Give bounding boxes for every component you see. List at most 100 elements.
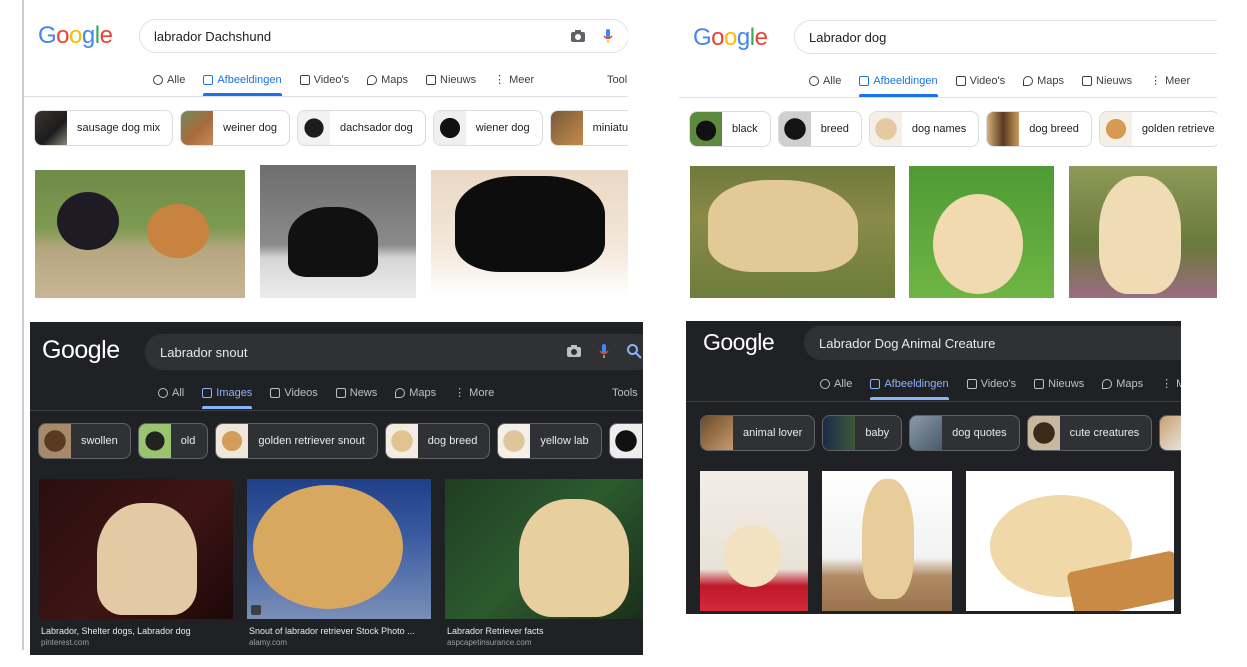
caption-title: Snout of labrador retriever Stock Photo … (249, 626, 415, 636)
image-result-1[interactable] (700, 471, 808, 611)
chip-old[interactable]: old (137, 423, 209, 459)
chip-sausage-dog-mix[interactable]: sausage dog mix (34, 110, 174, 146)
search-icon[interactable] (626, 343, 642, 359)
image-result-2[interactable] (260, 165, 416, 298)
news-icon (335, 387, 346, 398)
tab-news[interactable]: Nieuws (426, 73, 476, 96)
image-caption-3[interactable]: Labrador Retriever facts aspcapetinsuran… (447, 625, 641, 649)
dog-figure (147, 204, 209, 258)
tab-all[interactable]: All (158, 386, 184, 409)
google-logo[interactable]: Google (42, 336, 120, 365)
tab-videos[interactable]: Video's (299, 73, 349, 96)
chip-thumbnail (1160, 416, 1181, 450)
image-result-1[interactable] (39, 479, 233, 619)
search-query-text: labrador Dachshund (154, 28, 272, 44)
google-logo[interactable]: Google (693, 24, 768, 52)
chip-swollen[interactable]: swollen (38, 423, 131, 459)
image-result-3[interactable] (431, 170, 628, 298)
search-input[interactable]: Labrador snout (145, 334, 643, 370)
chip-thumbnail (385, 424, 418, 458)
search-query-text: Labrador snout (160, 344, 248, 360)
dog-figure (724, 525, 782, 587)
search-input[interactable]: labrador Dachshund (139, 19, 628, 53)
image-result-3[interactable] (1069, 166, 1217, 298)
chip-cute-creatures[interactable]: cute creatures (1026, 415, 1153, 451)
tab-maps[interactable]: Maps (1102, 377, 1143, 400)
tab-all[interactable]: Alle (153, 73, 185, 96)
chip-thumbnail (823, 416, 856, 450)
chip-thumbnail (138, 424, 171, 458)
tab-maps[interactable]: Maps (395, 386, 436, 409)
image-result-3[interactable] (445, 479, 643, 619)
tab-more[interactable]: ⋮ Meer (1150, 74, 1190, 97)
chip-animal-lover[interactable]: animal lover (700, 415, 816, 451)
chip-thumbnail (1027, 416, 1060, 450)
tab-news[interactable]: Nieuws (1034, 377, 1084, 400)
chip-thumbnail (216, 424, 249, 458)
tab-all[interactable]: Alle (809, 74, 841, 97)
chip-dog-breed[interactable]: dog breed (986, 111, 1092, 147)
chip-golden-retriever-snout[interactable]: golden retriever snout (215, 423, 378, 459)
dog-figure (933, 194, 1023, 294)
tools-button[interactable]: Tools (612, 387, 638, 399)
microphone-icon[interactable] (596, 343, 612, 359)
chip-miniature[interactable]: miniatu (549, 110, 628, 146)
image-result-1[interactable] (35, 170, 245, 298)
map-pin-icon (1102, 378, 1113, 389)
google-logo[interactable]: Google (703, 329, 775, 356)
chip-partial[interactable] (1159, 415, 1181, 451)
chip-golden-retriever[interactable]: golden retrieve (1098, 111, 1217, 147)
tab-videos[interactable]: Video's (966, 377, 1016, 400)
header-divider (686, 401, 1181, 402)
tools-button[interactable]: Tool (607, 74, 627, 86)
image-caption-1[interactable]: Labrador, Shelter dogs, Labrador dog pin… (41, 625, 235, 649)
chip-black[interactable]: black (689, 111, 771, 147)
google-logo[interactable]: Google (38, 22, 113, 50)
image-result-2[interactable] (247, 479, 431, 619)
chip-weiner-dog[interactable]: weiner dog (180, 110, 290, 146)
chip-baby[interactable]: baby (822, 415, 903, 451)
chip-dachsador-dog[interactable]: dachsador dog (297, 110, 426, 146)
tab-more[interactable]: ⋮ Meer (494, 73, 534, 96)
image-result-2[interactable] (822, 471, 952, 611)
tab-all[interactable]: Alle (820, 377, 852, 400)
chip-yellow-lab[interactable]: yellow lab (497, 423, 602, 459)
dog-figure (455, 176, 605, 272)
image-result-1[interactable] (690, 166, 895, 298)
tab-more[interactable]: ⋮ More (454, 386, 494, 409)
camera-icon[interactable] (570, 28, 586, 44)
tab-images[interactable]: Afbeeldingen (870, 377, 949, 400)
chip-dog-names[interactable]: dog names (868, 111, 980, 147)
search-input[interactable]: Labrador dog (794, 20, 1217, 54)
caption-source: aspcapetinsurance.com (447, 638, 532, 647)
news-icon (426, 74, 437, 85)
image-result-3[interactable] (966, 471, 1174, 611)
tab-images[interactable]: Images (202, 386, 253, 409)
tab-videos[interactable]: Videos (270, 386, 318, 409)
microphone-icon[interactable] (600, 28, 616, 44)
tab-news[interactable]: Nieuws (1082, 74, 1132, 97)
video-icon (299, 74, 310, 85)
chip-partial[interactable] (608, 423, 643, 459)
chip-breed[interactable]: breed (777, 111, 862, 147)
image-result-2[interactable] (909, 166, 1054, 298)
search-tabs: All Images Videos News Maps ⋮ More (158, 386, 512, 409)
chip-dog-breed[interactable]: dog breed (384, 423, 491, 459)
tab-more[interactable]: ⋮ M (1161, 377, 1181, 400)
tab-images[interactable]: Afbeeldingen (859, 74, 938, 97)
tab-maps[interactable]: Maps (367, 73, 408, 96)
search-input[interactable]: Labrador Dog Animal Creature (804, 326, 1181, 360)
header-divider (24, 96, 628, 97)
tab-news[interactable]: News (335, 386, 377, 409)
camera-icon[interactable] (566, 343, 582, 359)
chip-dog-quotes[interactable]: dog quotes (909, 415, 1020, 451)
panel-labrador-dachshund: Google labrador Dachshund Alle Afbeeldin… (24, 0, 628, 318)
map-pin-icon (367, 74, 378, 85)
chip-wiener-dog[interactable]: wiener dog (432, 110, 543, 146)
tab-videos[interactable]: Video's (955, 74, 1005, 97)
tab-images[interactable]: Afbeeldingen (203, 73, 282, 96)
image-caption-2[interactable]: Snout of labrador retriever Stock Photo … (249, 625, 433, 649)
tab-maps[interactable]: Maps (1023, 74, 1064, 97)
image-icon (202, 387, 213, 398)
caption-source: alamy.com (249, 638, 288, 647)
